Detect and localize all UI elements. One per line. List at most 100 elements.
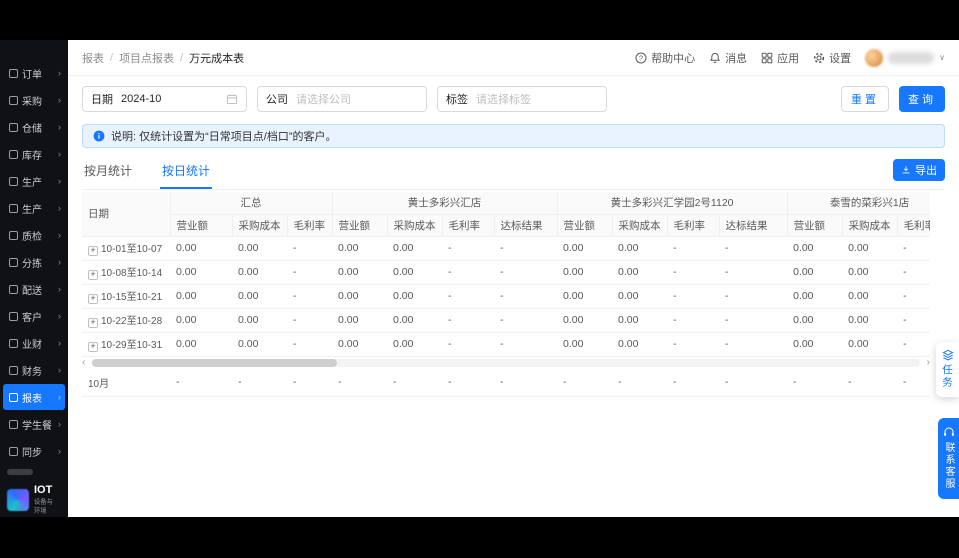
delivery-icon — [9, 284, 18, 294]
cell-value: 0.00 — [332, 260, 388, 285]
sidebar-item-business-finance[interactable]: 业财 › — [3, 330, 65, 356]
cell-value: 0.00 — [387, 236, 443, 261]
apps-button[interactable]: 应用 — [761, 50, 799, 66]
scroll-left-icon[interactable]: ‹ — [82, 357, 85, 368]
breadcrumb-item[interactable]: 报表 — [82, 50, 104, 66]
expand-icon[interactable]: + — [88, 341, 98, 352]
messages-button[interactable]: 消息 — [709, 50, 747, 66]
sidebar-collapse-handle[interactable] — [7, 469, 33, 475]
sidebar: 订单 › 采购 › 仓储 › 库存 › 生产 › 生产 › 质检 › 分拣 › 配送 › 客户 › 业财 › 财务 › 报表 › 学… — [0, 40, 68, 517]
sidebar-item-production-2[interactable]: 生产 › — [3, 195, 65, 221]
sidebar-item-customers[interactable]: 客户 › — [3, 303, 65, 329]
cell-value: 0.00 — [232, 308, 287, 333]
summary-cell-value: - — [494, 368, 557, 397]
sidebar-item-label: 质检 — [22, 231, 42, 243]
cell-value: - — [667, 308, 720, 333]
query-button[interactable]: 查询 — [899, 86, 945, 112]
settings-label: 设置 — [829, 52, 852, 65]
expand-icon[interactable]: + — [88, 293, 98, 304]
date-range-label: 10-08至10-14 — [101, 268, 163, 280]
breadcrumb-item[interactable]: 项目点报表 — [119, 50, 174, 66]
support-label: 联系客服 — [943, 442, 954, 490]
sidebar-item-sorting[interactable]: 分拣 › — [3, 249, 65, 275]
cell-value: - — [667, 284, 720, 309]
sidebar-menu: 订单 › 采购 › 仓储 › 库存 › 生产 › 生产 › 质检 › 分拣 › 配送 › 客户 › 业财 › 财务 › 报表 › 学… — [0, 56, 68, 465]
cell-value: 0.00 — [557, 260, 613, 285]
orders-icon — [9, 68, 18, 78]
date-picker[interactable]: 日期 2024-10 — [82, 86, 247, 112]
summary-cell-value: - — [667, 368, 719, 397]
export-button[interactable]: 导出 — [893, 158, 945, 181]
user-name — [888, 51, 935, 64]
tab-list: 按月统计 按日统计 — [82, 154, 238, 189]
cell-value: 0.00 — [842, 332, 898, 357]
summary-date-cell: 10月 — [82, 368, 170, 397]
date-range-label: 10-22至10-28 — [101, 316, 163, 328]
sidebar-item-label: 同步 — [22, 447, 42, 459]
column-header: 达标结果 — [494, 214, 558, 237]
sidebar-item-delivery[interactable]: 配送 › — [3, 276, 65, 302]
info-icon — [93, 130, 105, 142]
sidebar-item-sync[interactable]: 同步 › — [3, 438, 65, 464]
chevron-right-icon: › — [58, 149, 61, 159]
sidebar-item-inventory[interactable]: 库存 › — [3, 141, 65, 167]
column-header: 毛利率 — [667, 214, 720, 237]
help-center-label: 帮助中心 — [651, 52, 696, 65]
expand-icon[interactable]: + — [88, 317, 98, 328]
help-center-button[interactable]: ? 帮助中心 — [635, 50, 695, 66]
breadcrumb-separator: / — [110, 51, 114, 64]
cell-value: - — [494, 332, 558, 357]
column-header-date: 日期 — [82, 192, 171, 237]
tab-daily[interactable]: 按日统计 — [160, 154, 213, 189]
date-cell: +10-08至10-14 — [82, 260, 170, 285]
sidebar-item-quality[interactable]: 质检 › — [3, 222, 65, 248]
cell-value: 0.00 — [612, 332, 668, 357]
info-banner: 说明: 仅统计设置为“日常项目点/档口”的客户。 — [82, 124, 945, 148]
date-range-label: 10-29至10-31 — [101, 340, 163, 352]
cell-value: 0.00 — [332, 308, 388, 333]
cell-value: 0.00 — [557, 332, 613, 357]
download-icon — [902, 165, 910, 173]
chevron-right-icon: › — [58, 230, 61, 240]
table-row: +10-29至10-31 0.00 0.00-0.00 0.00- -0.00 0.00-… — [82, 332, 930, 357]
sidebar-item-orders[interactable]: 订单 › — [3, 60, 65, 86]
cell-value: - — [667, 236, 720, 261]
summary-cell-value: - — [170, 368, 232, 397]
reset-button[interactable]: 重置 — [841, 86, 889, 112]
sidebar-item-finance[interactable]: 财务 › — [3, 357, 65, 383]
sidebar-item-reports[interactable]: 报表 › — [3, 384, 65, 410]
column-header: 毛利率 — [442, 214, 495, 237]
cell-value: 0.00 — [557, 308, 613, 333]
sidebar-item-student-meals[interactable]: 学生餐 › — [3, 411, 65, 437]
tasks-float-button[interactable]: 任务 — [936, 342, 959, 397]
student-meals-icon — [9, 419, 18, 429]
scrollbar-thumb[interactable] — [92, 358, 337, 367]
cell-value: 0.00 — [787, 236, 843, 261]
cell-value: 0.00 — [332, 284, 388, 309]
chevron-right-icon: › — [58, 176, 61, 186]
support-float-button[interactable]: 联系客服 — [938, 418, 959, 499]
expand-icon[interactable]: + — [88, 245, 98, 256]
company-placeholder: 请选择公司 — [296, 94, 351, 106]
sidebar-item-warehouse[interactable]: 仓储 › — [3, 114, 65, 140]
production-1-icon — [9, 176, 18, 186]
cell-value: 0.00 — [612, 308, 668, 333]
cell-value: 0.00 — [170, 284, 232, 309]
sync-icon — [9, 446, 18, 456]
tab-monthly[interactable]: 按月统计 — [82, 154, 134, 189]
chevron-right-icon: › — [58, 122, 61, 132]
breadcrumb-item: 万元成本表 — [189, 52, 245, 65]
production-2-icon — [9, 203, 18, 213]
sidebar-item-production-1[interactable]: 生产 › — [3, 168, 65, 194]
tag-placeholder: 请选择标签 — [476, 94, 531, 106]
column-group-header: 黄士多彩兴汇店 — [332, 192, 558, 215]
tag-select[interactable]: 标签 请选择标签 — [437, 86, 607, 112]
cell-value: 0.00 — [332, 236, 388, 261]
column-header: 达标结果 — [719, 214, 788, 237]
sidebar-item-purchase[interactable]: 采购 › — [3, 87, 65, 113]
settings-button[interactable]: 设置 — [813, 50, 851, 66]
expand-icon[interactable]: + — [88, 269, 98, 280]
company-select[interactable]: 公司 请选择公司 — [257, 86, 427, 112]
scroll-right-icon[interactable]: › — [927, 357, 930, 368]
user-menu[interactable]: ∨ — [865, 48, 945, 67]
